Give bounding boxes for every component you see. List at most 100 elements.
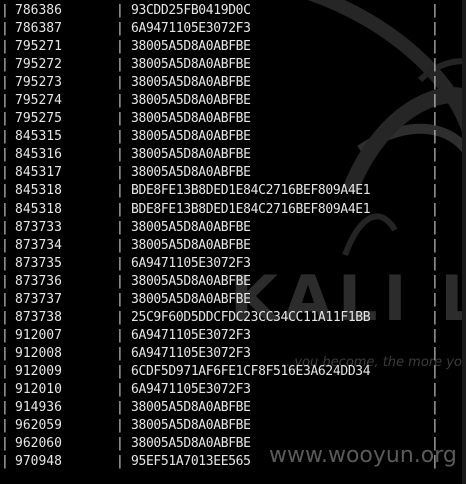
- table-row: | 912009 | 6CDF5D971AF6FE1CF8F516E3A624DD34…: [0, 363, 466, 381]
- column-separator: |: [116, 237, 124, 253]
- column-separator: |: [431, 309, 439, 325]
- column-separator: |: [431, 381, 439, 397]
- watermark: www.wooyun.org: [269, 443, 457, 468]
- row-hash-cell: 6A9471105E3072F3: [131, 327, 251, 343]
- column-separator: |: [116, 147, 124, 163]
- column-separator: |: [431, 111, 439, 127]
- column-separator: |: [431, 21, 439, 37]
- row-id-cell: 795275: [15, 111, 62, 127]
- column-separator: |: [1, 327, 9, 343]
- column-separator: |: [1, 436, 9, 452]
- table-row: | 845318 | BDE8FE13B8DED1E84C2716BEF809A4E1…: [0, 182, 466, 200]
- table-row: | 873735 | 6A9471105E3072F3 |: [0, 255, 466, 273]
- column-separator: |: [116, 291, 124, 307]
- column-separator: |: [431, 345, 439, 361]
- column-separator: |: [1, 3, 9, 18]
- row-hash-cell: 38005A5D8A0ABFBE: [131, 219, 251, 235]
- column-separator: |: [1, 454, 9, 470]
- table-row: | 845316 | 38005A5D8A0ABFBE |: [0, 146, 466, 164]
- row-id-cell: 786387: [15, 21, 62, 37]
- column-separator: |: [116, 363, 124, 379]
- column-separator: |: [116, 165, 124, 181]
- row-hash-cell: 6A9471105E3072F3: [131, 21, 251, 37]
- column-separator: |: [431, 327, 439, 343]
- column-separator: |: [1, 165, 9, 181]
- column-separator: |: [431, 129, 439, 145]
- row-id-cell: 912008: [15, 345, 62, 361]
- column-separator: |: [1, 129, 9, 145]
- column-separator: |: [431, 93, 439, 109]
- table-row: | 873733 | 38005A5D8A0ABFBE |: [0, 219, 466, 237]
- row-id-cell: 912010: [15, 381, 62, 397]
- column-separator: |: [116, 201, 124, 217]
- column-separator: |: [431, 39, 439, 55]
- table-row: | 786387 | 6A9471105E3072F3 |: [0, 20, 466, 38]
- row-id-cell: 786386: [15, 3, 62, 18]
- column-separator: |: [1, 418, 9, 434]
- row-hash-cell: 38005A5D8A0ABFBE: [131, 273, 251, 289]
- table-row: | 914936 | 38005A5D8A0ABFBE |: [0, 399, 466, 417]
- column-separator: |: [1, 57, 9, 73]
- row-hash-cell: 38005A5D8A0ABFBE: [131, 111, 251, 127]
- column-separator: |: [1, 309, 9, 325]
- query-result-table: | 786386 | 93CDD25FB0419D0C | | 786387 | 6A94711…: [0, 2, 466, 471]
- column-separator: |: [1, 75, 9, 91]
- row-hash-cell: 6A9471105E3072F3: [131, 255, 251, 271]
- column-separator: |: [431, 400, 439, 416]
- table-row: | 962059 | 38005A5D8A0ABFBE |: [0, 417, 466, 435]
- column-separator: |: [116, 454, 124, 470]
- row-id-cell: 962060: [15, 436, 62, 452]
- column-separator: |: [116, 57, 124, 73]
- row-hash-cell: 38005A5D8A0ABFBE: [131, 165, 251, 181]
- column-separator: |: [116, 111, 124, 127]
- column-separator: |: [431, 147, 439, 163]
- row-hash-cell: 38005A5D8A0ABFBE: [131, 39, 251, 55]
- table-row: | 786386 | 93CDD25FB0419D0C |: [0, 2, 466, 20]
- terminal-window[interactable]: KALI LIN ...you become, the more yo |786…: [0, 0, 466, 484]
- table-row: | 795274 | 38005A5D8A0ABFBE |: [0, 92, 466, 110]
- column-separator: |: [1, 201, 9, 217]
- row-id-cell: 845315: [15, 129, 62, 145]
- column-separator: |: [116, 75, 124, 91]
- column-separator: |: [116, 345, 124, 361]
- row-id-cell: 970948: [15, 454, 62, 470]
- row-id-cell: 845316: [15, 147, 62, 163]
- row-hash-cell: 38005A5D8A0ABFBE: [131, 418, 251, 434]
- table-row: | 795275 | 38005A5D8A0ABFBE |: [0, 110, 466, 128]
- column-separator: |: [116, 309, 124, 325]
- row-id-cell: 873736: [15, 273, 62, 289]
- row-id-cell: 795273: [15, 75, 62, 91]
- column-separator: |: [431, 201, 439, 217]
- column-separator: |: [1, 39, 9, 55]
- row-hash-cell: 95EF51A7013EE565: [131, 454, 251, 470]
- table-row: | 912008 | 6A9471105E3072F3 |: [0, 345, 466, 363]
- column-separator: |: [116, 436, 124, 452]
- window-edge: [462, 0, 466, 484]
- row-id-cell: 873733: [15, 219, 62, 235]
- column-separator: |: [116, 381, 124, 397]
- column-separator: |: [1, 21, 9, 37]
- row-id-cell: 845318: [15, 201, 62, 217]
- table-row: | 845315 | 38005A5D8A0ABFBE |: [0, 128, 466, 146]
- row-id-cell: 912007: [15, 327, 62, 343]
- row-id-cell: 795272: [15, 57, 62, 73]
- row-hash-cell: 38005A5D8A0ABFBE: [131, 147, 251, 163]
- row-id-cell: 795274: [15, 93, 62, 109]
- column-separator: |: [1, 237, 9, 253]
- column-separator: |: [1, 183, 9, 199]
- row-hash-cell: 38005A5D8A0ABFBE: [131, 93, 251, 109]
- table-row: | 845318 | BDE8FE13B8DED1E84C2716BEF809A4E1…: [0, 201, 466, 219]
- column-separator: |: [116, 219, 124, 235]
- row-id-cell: 845317: [15, 165, 62, 181]
- table-row: | 912007 | 6A9471105E3072F3 |: [0, 327, 466, 345]
- row-id-cell: 845318: [15, 183, 62, 199]
- row-hash-cell: BDE8FE13B8DED1E84C2716BEF809A4E1: [131, 201, 371, 217]
- column-separator: |: [431, 418, 439, 434]
- table-row: | 873736 | 38005A5D8A0ABFBE |: [0, 273, 466, 291]
- row-id-cell: 873734: [15, 237, 62, 253]
- row-id-cell: 912009: [15, 363, 62, 379]
- row-hash-cell: 38005A5D8A0ABFBE: [131, 75, 251, 91]
- column-separator: |: [1, 219, 9, 235]
- column-separator: |: [431, 75, 439, 91]
- column-separator: |: [1, 291, 9, 307]
